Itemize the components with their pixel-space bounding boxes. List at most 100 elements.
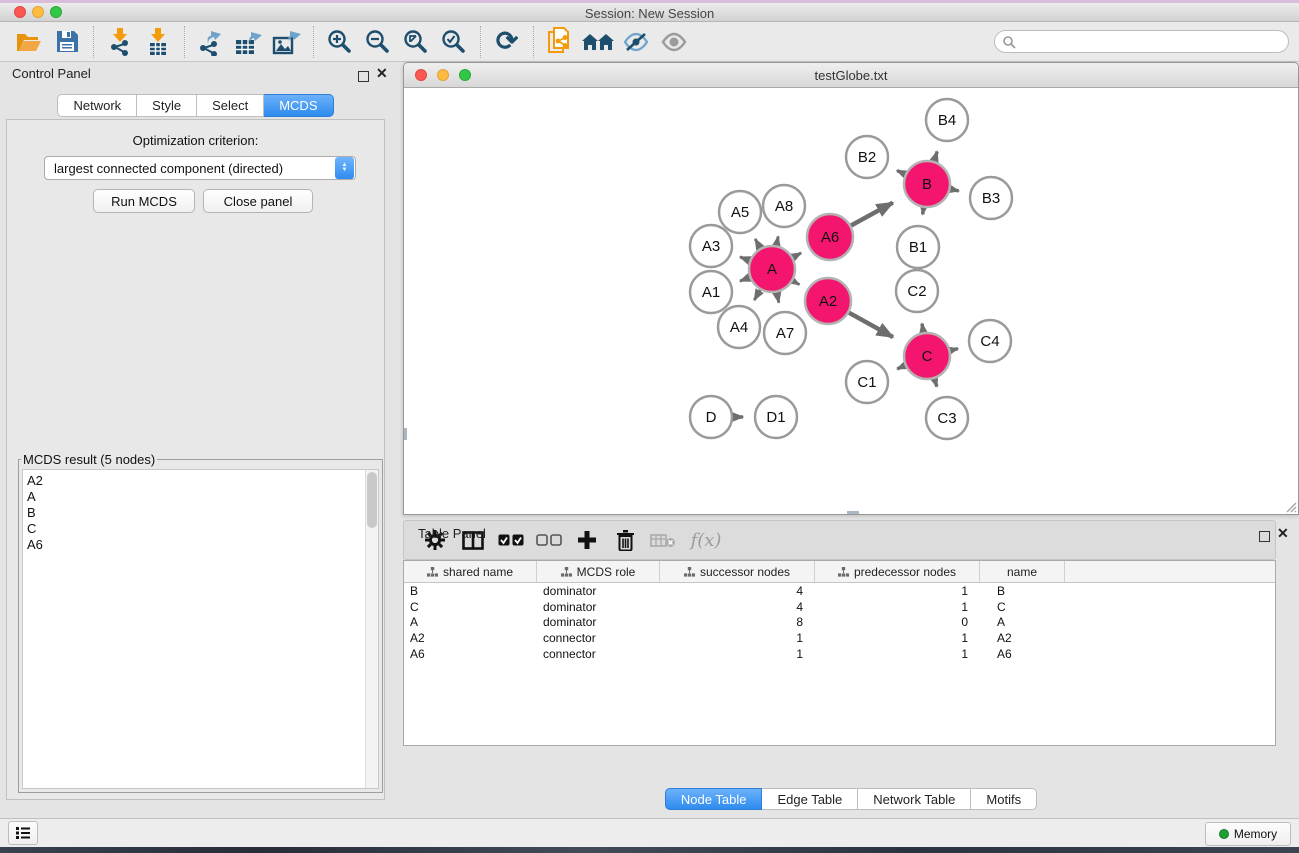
close-table-panel-icon[interactable]: ✕	[1277, 525, 1289, 542]
hide-selected-button[interactable]	[617, 24, 655, 60]
edge-B-B4[interactable]	[934, 151, 937, 161]
tab-node-table[interactable]: Node Table	[665, 788, 763, 810]
edge-A-A7[interactable]	[777, 293, 779, 303]
tab-network[interactable]: Network	[57, 94, 137, 117]
column-header-shared-name[interactable]: shared name	[404, 561, 537, 582]
node-A4[interactable]: A4	[718, 306, 760, 348]
mcds-result-item[interactable]: A6	[27, 537, 362, 553]
show-all-columns-button[interactable]	[492, 522, 530, 558]
run-mcds-button[interactable]: Run MCDS	[93, 189, 195, 213]
edge-A2-C[interactable]	[849, 313, 893, 337]
tab-edge-table[interactable]: Edge Table	[762, 788, 858, 810]
show-all-button[interactable]	[655, 24, 693, 60]
mcds-result-item[interactable]: B	[27, 505, 362, 521]
column-header-MCDS-role[interactable]: MCDS role	[537, 561, 660, 582]
tab-motifs[interactable]: Motifs	[971, 788, 1037, 810]
node-C3[interactable]: C3	[926, 397, 968, 439]
node-D[interactable]: D	[690, 396, 732, 438]
edge-A-A8[interactable]	[776, 236, 778, 245]
apply-layout-button[interactable]: ⟳	[488, 24, 526, 60]
search-input-wrap[interactable]	[994, 30, 1289, 53]
column-header-successor-nodes[interactable]: successor nodes	[660, 561, 815, 582]
table-row[interactable]: Adominator80A	[404, 614, 1275, 630]
node-C1[interactable]: C1	[846, 361, 888, 403]
search-input[interactable]	[1016, 33, 1288, 51]
result-scrollbar[interactable]	[365, 470, 378, 788]
node-A5[interactable]: A5	[719, 191, 761, 233]
tab-network-table[interactable]: Network Table	[858, 788, 971, 810]
node-B2[interactable]: B2	[846, 136, 888, 178]
export-table-button[interactable]	[230, 24, 268, 60]
mcds-result-item[interactable]: A	[27, 489, 362, 505]
import-network-button[interactable]	[101, 24, 139, 60]
delete-column-button[interactable]	[606, 522, 644, 558]
criterion-select[interactable]: largest connected component (directed) ▲…	[44, 156, 356, 180]
node-A3[interactable]: A3	[690, 225, 732, 267]
float-table-panel-icon[interactable]	[1259, 529, 1270, 547]
edge-A-A4[interactable]	[754, 290, 760, 300]
table-row[interactable]: A2connector11A2	[404, 630, 1275, 646]
node-B4[interactable]: B4	[926, 99, 968, 141]
node-C2[interactable]: C2	[896, 270, 938, 312]
hide-all-columns-button[interactable]	[530, 522, 568, 558]
tab-mcds[interactable]: MCDS	[264, 94, 333, 117]
tab-style[interactable]: Style	[137, 94, 197, 117]
node-A1[interactable]: A1	[690, 271, 732, 313]
node-B[interactable]: B	[904, 161, 950, 207]
edge-C-C2[interactable]	[922, 324, 923, 333]
edge-C-C4[interactable]	[950, 349, 958, 351]
node-D1[interactable]: D1	[755, 396, 797, 438]
node-A2[interactable]: A2	[805, 278, 851, 324]
edge-A-A1[interactable]	[740, 277, 750, 281]
memory-button[interactable]: Memory	[1205, 822, 1291, 846]
edge-A-A2[interactable]	[793, 281, 800, 285]
node-B3[interactable]: B3	[970, 177, 1012, 219]
close-panel-icon[interactable]: ✕	[376, 65, 388, 82]
edge-A-A5[interactable]	[755, 239, 760, 248]
edge-A6-B[interactable]	[851, 203, 893, 226]
edge-A-A3[interactable]	[740, 257, 750, 261]
tab-select[interactable]: Select	[197, 94, 264, 117]
home-button[interactable]	[579, 24, 617, 60]
export-network-button[interactable]	[192, 24, 230, 60]
network-canvas[interactable]: B4 B2 B B3 A8A5 A6 A3 B1 A A1 C2 A2 A4A7 C4 C C1 C3 D D1	[404, 88, 1298, 514]
node-B1[interactable]: B1	[897, 226, 939, 268]
edge-A-A6[interactable]	[793, 253, 801, 257]
network-window-titlebar[interactable]: testGlobe.txt	[404, 63, 1298, 88]
float-panel-icon[interactable]	[358, 69, 369, 87]
node-C4[interactable]: C4	[969, 320, 1011, 362]
column-header-name[interactable]: name	[980, 561, 1065, 582]
edge-C-C1[interactable]	[897, 366, 905, 369]
node-A[interactable]: A	[749, 246, 795, 292]
node-A7[interactable]: A7	[764, 312, 806, 354]
table-row[interactable]: A6connector11A6	[404, 646, 1275, 662]
node-table[interactable]: shared nameMCDS rolesuccessor nodesprede…	[403, 560, 1276, 746]
close-panel-button[interactable]: Close panel	[203, 189, 313, 213]
edge-C-C3[interactable]	[934, 379, 937, 387]
result-scrollbar-thumb[interactable]	[367, 472, 377, 528]
task-history-button[interactable]	[8, 821, 38, 845]
node-A8[interactable]: A8	[763, 185, 805, 227]
node-C[interactable]: C	[904, 333, 950, 379]
table-row[interactable]: Bdominator41B	[404, 583, 1275, 599]
open-session-button[interactable]	[10, 24, 48, 60]
column-header-predecessor-nodes[interactable]: predecessor nodes	[815, 561, 980, 582]
clone-network-button[interactable]	[541, 24, 579, 60]
export-image-button[interactable]	[268, 24, 306, 60]
mcds-result-item[interactable]: C	[27, 521, 362, 537]
node-A6[interactable]: A6	[807, 214, 853, 260]
resize-grip-icon[interactable]	[1283, 499, 1297, 513]
zoom-fit-button[interactable]	[397, 24, 435, 60]
save-session-button[interactable]	[48, 24, 86, 60]
add-column-button[interactable]	[568, 522, 606, 558]
zoom-in-button[interactable]	[321, 24, 359, 60]
zoom-out-button[interactable]	[359, 24, 397, 60]
edge-B-B2[interactable]	[897, 171, 905, 175]
mcds-result-item[interactable]: A2	[27, 473, 362, 489]
edge-B-B1[interactable]	[923, 208, 924, 215]
zoom-selected-button[interactable]	[435, 24, 473, 60]
edge-B-B3[interactable]	[950, 189, 958, 191]
import-table-button[interactable]	[139, 24, 177, 60]
table-row[interactable]: Cdominator41C	[404, 599, 1275, 615]
mcds-result-list: A2ABCA6	[22, 469, 379, 789]
